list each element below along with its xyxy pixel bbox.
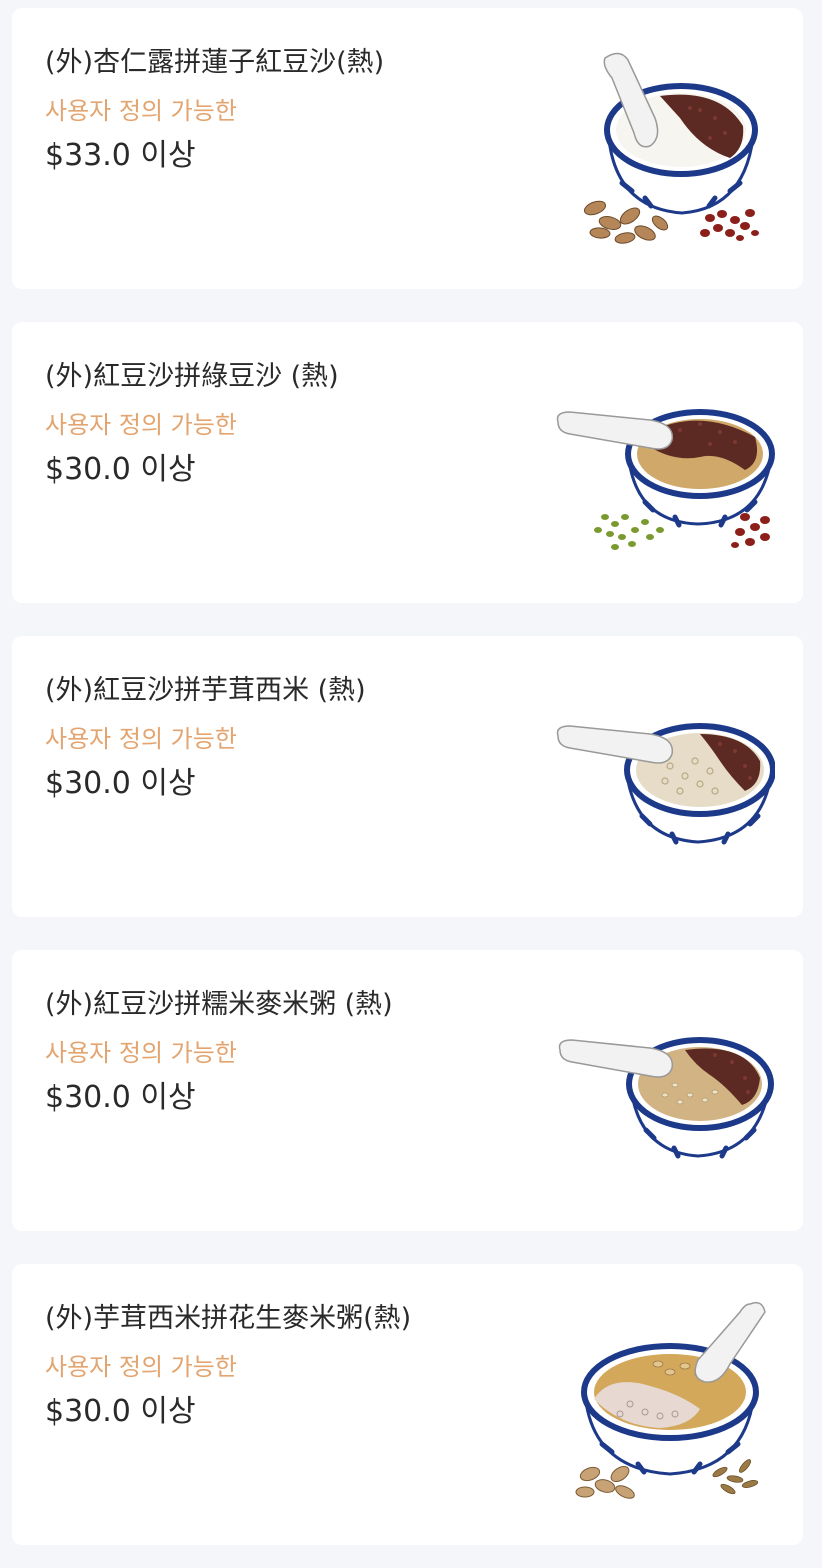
item-name: (外)紅豆沙拼芋茸西米 (熱)	[45, 675, 366, 706]
item-price: $30.0 이상	[45, 1394, 196, 1429]
item-name: (外)杏仁露拼蓮子紅豆沙(熱)	[45, 47, 385, 78]
menu-item-card[interactable]: (外)紅豆沙拼糯米麥米粥 (熱) 사용자 정의 가능한 $30.0 이상	[12, 950, 803, 1231]
dessert-bowl-taro-sago-peanut-illustration	[575, 1301, 766, 1499]
item-image[interactable]	[550, 666, 775, 886]
item-price: $30.0 이상	[45, 1080, 196, 1115]
menu-item-card[interactable]: (外)紅豆沙拼綠豆沙 (熱) 사용자 정의 가능한 $30.0 이상	[12, 322, 803, 603]
item-customizable-label: 사용자 정의 가능한	[45, 1353, 237, 1381]
menu-item-card[interactable]: (外)芋茸西米拼花生麥米粥(熱) 사용자 정의 가능한 $30.0 이상	[12, 1264, 803, 1545]
item-customizable-label: 사용자 정의 가능한	[45, 97, 237, 125]
dessert-bowl-red-bean-taro-sago-illustration	[556, 723, 775, 845]
item-customizable-label: 사용자 정의 가능한	[45, 411, 237, 439]
item-name: (外)紅豆沙拼糯米麥米粥 (熱)	[45, 989, 393, 1020]
item-name: (外)芋茸西米拼花生麥米粥(熱)	[45, 1303, 412, 1334]
item-price: $33.0 이상	[45, 138, 196, 173]
item-image[interactable]	[550, 980, 775, 1200]
menu-item-card[interactable]: (外)杏仁露拼蓮子紅豆沙(熱) 사용자 정의 가능한 $33.0 이상	[12, 8, 803, 289]
item-image[interactable]	[550, 1294, 775, 1514]
item-customizable-label: 사용자 정의 가능한	[45, 725, 237, 753]
item-image[interactable]	[550, 352, 775, 572]
item-image[interactable]	[550, 38, 775, 258]
item-customizable-label: 사용자 정의 가능한	[45, 1039, 237, 1067]
dessert-bowl-red-bean-glutinous-rice-illustration	[558, 1037, 774, 1159]
item-price: $30.0 이상	[45, 452, 196, 487]
dessert-bowl-almond-red-bean-illustration	[583, 52, 759, 244]
dessert-bowl-red-bean-mung-bean-illustration	[556, 409, 775, 550]
item-price: $30.0 이상	[45, 766, 196, 801]
item-name: (外)紅豆沙拼綠豆沙 (熱)	[45, 361, 339, 392]
menu-item-card[interactable]: (外)紅豆沙拼芋茸西米 (熱) 사용자 정의 가능한 $30.0 이상	[12, 636, 803, 917]
